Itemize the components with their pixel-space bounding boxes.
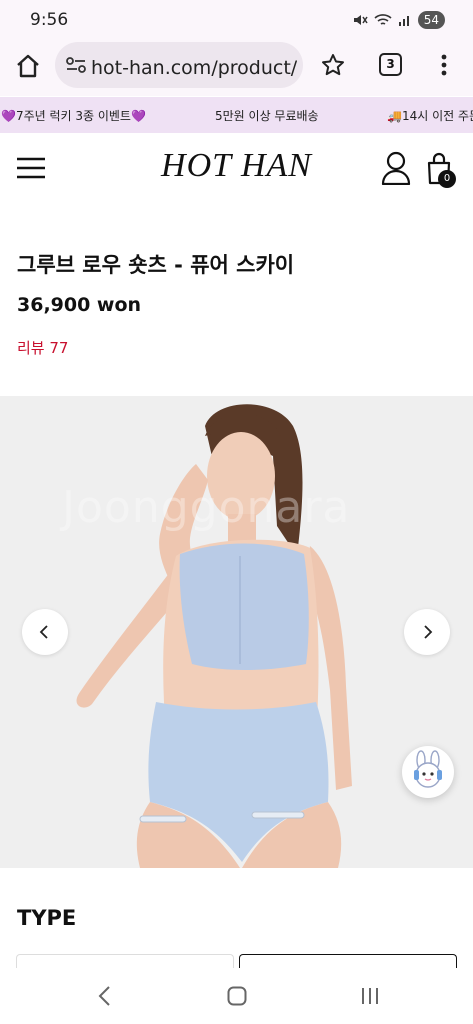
browser-toolbar: hot-han.com/product/그 3	[0, 40, 473, 96]
nav-home-icon[interactable]	[226, 985, 248, 1007]
home-icon[interactable]	[14, 52, 42, 80]
tabs-icon[interactable]: 3	[379, 53, 402, 76]
carousel-next-button[interactable]	[404, 609, 450, 655]
chevron-left-icon	[39, 625, 48, 639]
promo-item[interactable]: 💜7주년 럭키 3종 이벤트💜	[1, 107, 146, 124]
nav-recents-icon[interactable]	[360, 985, 380, 1007]
star-icon[interactable]	[320, 52, 346, 78]
chat-button[interactable]	[402, 746, 454, 798]
product-image-carousel[interactable]: Joonggonara	[0, 396, 473, 868]
review-count-link[interactable]: 리뷰 77	[17, 337, 68, 358]
status-time: 9:56	[30, 10, 69, 30]
url-text[interactable]: hot-han.com/product/그	[91, 53, 297, 80]
address-bar[interactable]: hot-han.com/product/그	[55, 42, 303, 88]
battery-indicator: 54	[417, 11, 445, 29]
type-heading: TYPE	[17, 906, 77, 930]
image-watermark: Joonggonara	[62, 482, 351, 533]
promo-item[interactable]: 5만원 이상 무료배송	[215, 107, 319, 124]
product-price: 36,900 won	[17, 294, 142, 316]
user-icon[interactable]	[381, 151, 411, 185]
chat-bunny-icon	[414, 750, 442, 788]
signal-icon	[398, 16, 409, 26]
promo-item[interactable]: 🚚14시 이전 주문	[387, 107, 473, 124]
carousel-prev-button[interactable]	[22, 609, 68, 655]
mute-icon	[353, 15, 368, 25]
cart-count-badge: 0	[438, 170, 456, 188]
nav-back-icon[interactable]	[96, 985, 114, 1007]
product-title: 그루브 로우 숏츠 - 퓨어 스카이	[17, 253, 295, 277]
site-settings-icon[interactable]	[65, 55, 87, 75]
status-icons: 54	[352, 11, 445, 29]
site-header: HOT HAN 0	[0, 133, 473, 205]
promo-banner[interactable]: 💜7주년 럭키 3종 이벤트💜 5만원 이상 무료배송 🚚14시 이전 주문	[0, 97, 473, 133]
wifi-icon	[374, 14, 392, 25]
status-bar: 9:56 54	[0, 0, 473, 40]
chevron-right-icon	[424, 625, 433, 639]
more-vert-icon[interactable]	[436, 52, 452, 78]
system-nav-bar	[0, 968, 473, 1024]
